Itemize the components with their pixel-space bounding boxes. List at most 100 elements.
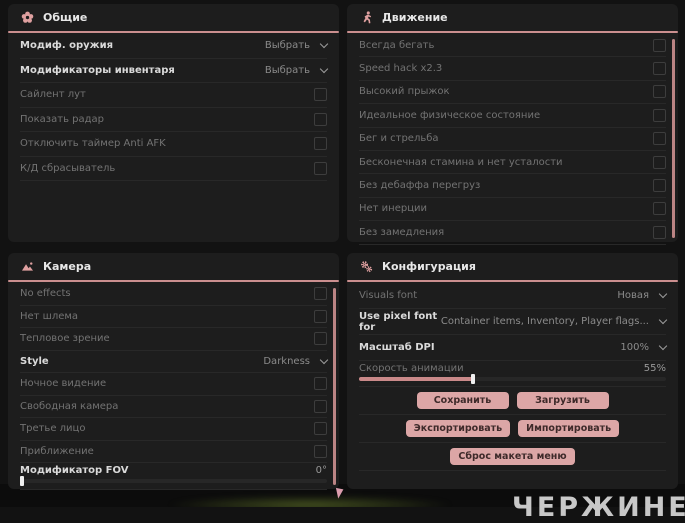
row-general-4[interactable]: Отключить таймер Anti AFK bbox=[20, 132, 327, 157]
panel-header-movement[interactable]: Движение bbox=[347, 4, 678, 31]
load-button[interactable]: Загрузить bbox=[516, 392, 609, 409]
panel-header-config[interactable]: Конфигурация bbox=[347, 253, 678, 280]
dropdown[interactable]: 100% bbox=[620, 341, 668, 353]
row-label: Бег и стрельба bbox=[359, 133, 439, 145]
row-general-3[interactable]: Показать радар bbox=[20, 108, 327, 132]
checkbox[interactable] bbox=[653, 85, 666, 99]
checkbox[interactable] bbox=[314, 399, 327, 413]
checkbox[interactable] bbox=[314, 377, 327, 391]
row-movement-5[interactable]: Бесконечная стамина и нет усталости bbox=[359, 151, 666, 175]
dropdown[interactable]: Выбрать bbox=[264, 40, 329, 52]
row-camera-5[interactable]: Свободная камера bbox=[20, 396, 327, 418]
row-content: Модиф. оружия Выбрать bbox=[20, 40, 329, 52]
checkbox[interactable] bbox=[314, 137, 327, 151]
panel-general: Общие Модиф. оружия Выбрать Модификаторы ин… bbox=[8, 4, 339, 242]
panel-config: Конфигурация Visuals font Новая Use pixel f… bbox=[347, 253, 678, 489]
checkbox[interactable] bbox=[653, 38, 666, 52]
row-camera-4[interactable]: Ночное видение bbox=[20, 373, 327, 396]
row-content: К/Д сбрасыватель bbox=[20, 161, 327, 175]
dropdown[interactable]: Новая bbox=[617, 289, 668, 301]
checkbox[interactable] bbox=[653, 179, 666, 193]
dropdown[interactable]: Container items, Inventory, Player flags… bbox=[440, 315, 668, 327]
checkbox[interactable] bbox=[653, 225, 666, 239]
checkbox[interactable] bbox=[653, 62, 666, 76]
checkbox[interactable] bbox=[314, 422, 327, 436]
checkbox[interactable] bbox=[314, 309, 327, 323]
gears-icon bbox=[360, 260, 373, 273]
checkbox[interactable] bbox=[653, 108, 666, 122]
row-movement-8[interactable]: Без замедления bbox=[359, 221, 666, 245]
chevron-down-icon bbox=[658, 341, 668, 351]
row-general-0[interactable]: Модиф. оружия Выбрать bbox=[20, 34, 329, 59]
row-movement-3[interactable]: Идеальное физическое состояние bbox=[359, 104, 666, 128]
row-content: Нет шлема bbox=[20, 309, 327, 323]
dropdown-value: Выбрать bbox=[264, 40, 310, 52]
row-movement-2[interactable]: Высокий прыжок bbox=[359, 81, 666, 105]
row-general-5[interactable]: К/Д сбрасыватель bbox=[20, 157, 327, 181]
row-movement-4[interactable]: Бег и стрельба bbox=[359, 128, 666, 151]
checkbox[interactable] bbox=[314, 112, 327, 126]
save-button[interactable]: Сохранить bbox=[416, 392, 509, 409]
row-camera-8[interactable]: Модификатор FOV 0° bbox=[20, 463, 327, 490]
chevron-down-icon bbox=[319, 64, 329, 73]
row-general-2[interactable]: Сайлент лут bbox=[20, 83, 327, 108]
checkbox[interactable] bbox=[653, 132, 666, 146]
scrollbar[interactable] bbox=[333, 288, 336, 485]
checkbox[interactable] bbox=[314, 161, 327, 175]
row-movement-0[interactable]: Всегда бегать bbox=[359, 34, 666, 58]
slider-track[interactable] bbox=[359, 373, 666, 384]
row-label: Третье лицо bbox=[20, 423, 86, 435]
row-camera-2[interactable]: Тепловое зрение bbox=[20, 328, 327, 351]
row-config-0[interactable]: Visuals font Новая bbox=[359, 283, 668, 309]
row-camera-1[interactable]: Нет шлема bbox=[20, 306, 327, 328]
chevron-down-icon bbox=[658, 289, 668, 299]
row-config-2[interactable]: Масштаб DPI 100% bbox=[359, 335, 668, 361]
slider-track[interactable] bbox=[20, 476, 327, 486]
row-content: Style Darkness bbox=[20, 355, 329, 367]
row-camera-6[interactable]: Третье лицо bbox=[20, 418, 327, 441]
row-config-3[interactable]: Скорость анимации 55% bbox=[359, 361, 666, 387]
reset-menu-layout-button[interactable]: Сброс макета меню bbox=[450, 448, 575, 465]
row-label: Нет шлема bbox=[20, 310, 79, 322]
import-button[interactable]: Импортировать bbox=[518, 420, 620, 437]
row-label: Свободная камера bbox=[20, 400, 119, 412]
row-movement-7[interactable]: Нет инерции bbox=[359, 198, 666, 222]
checkbox[interactable] bbox=[314, 88, 327, 102]
game-world-sign-text: ЧЕРЖИНЕ bbox=[512, 492, 685, 523]
dropdown-value: Container items, Inventory, Player flags… bbox=[440, 316, 649, 327]
row-config-1[interactable]: Use pixel font for Container items, Inven… bbox=[359, 309, 668, 335]
checkbox[interactable] bbox=[314, 444, 327, 458]
row-label: Без замедления bbox=[359, 226, 445, 238]
row-label: Всегда бегать bbox=[359, 39, 435, 51]
row-content: Модификатор FOV 0° bbox=[20, 465, 327, 476]
row-camera-7[interactable]: Приближение bbox=[20, 441, 327, 463]
panel-header-camera[interactable]: Камера bbox=[8, 253, 339, 280]
runner-icon bbox=[360, 11, 373, 24]
slider-handle[interactable] bbox=[20, 476, 24, 486]
dropdown[interactable]: Darkness bbox=[263, 355, 329, 367]
row-content: Скорость анимации 55% bbox=[359, 363, 666, 374]
row-content: Без дебаффа перегруз bbox=[359, 179, 666, 193]
row-movement-6[interactable]: Без дебаффа перегруз bbox=[359, 174, 666, 198]
panel-title-general: Общие bbox=[43, 11, 88, 24]
scrollbar[interactable] bbox=[672, 39, 675, 238]
row-content: Идеальное физическое состояние bbox=[359, 108, 666, 122]
row-label: Сайлент лут bbox=[20, 89, 86, 101]
row-camera-3[interactable]: Style Darkness bbox=[20, 351, 329, 373]
row-movement-1[interactable]: Speed hack x2.3 bbox=[359, 57, 666, 81]
row-content: Приближение bbox=[20, 444, 327, 458]
row-label: К/Д сбрасыватель bbox=[20, 162, 116, 174]
panel-header-general[interactable]: Общие bbox=[8, 4, 339, 31]
checkbox[interactable] bbox=[653, 202, 666, 216]
dropdown[interactable]: Выбрать bbox=[265, 64, 329, 76]
checkbox[interactable] bbox=[314, 332, 327, 346]
row-label: Приближение bbox=[20, 445, 94, 457]
checkbox[interactable] bbox=[314, 287, 327, 301]
row-camera-0[interactable]: No effects bbox=[20, 283, 327, 306]
checkbox[interactable] bbox=[653, 155, 666, 169]
export-button[interactable]: Экспортировать bbox=[405, 420, 511, 437]
row-general-1[interactable]: Модификаторы инвентаря Выбрать bbox=[20, 59, 329, 83]
slider-handle[interactable] bbox=[470, 373, 475, 384]
button-row: Сохранить Загрузить bbox=[359, 387, 666, 415]
row-content: Тепловое зрение bbox=[20, 332, 327, 346]
